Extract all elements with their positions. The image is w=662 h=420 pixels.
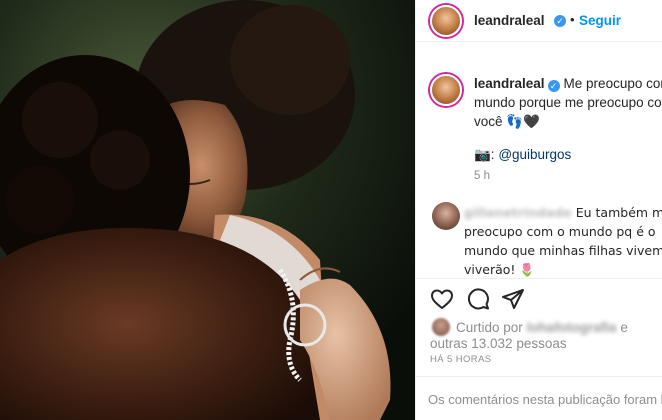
caption-timestamp[interactable]: 5 h <box>474 170 490 182</box>
caption-line-2: mundo porque me preocupo com <box>474 95 662 110</box>
comment: gillanetrindade Eu também me preocupo co… <box>428 203 662 279</box>
commenter-username[interactable]: gillanetrindade <box>464 205 572 220</box>
post-header: leandraleal ✓ • Seguir <box>416 0 662 42</box>
heart-icon[interactable] <box>430 287 454 311</box>
comment-icon[interactable] <box>466 287 490 311</box>
caption: leandraleal✓Me preocupo com o mundo porq… <box>474 74 662 164</box>
author-avatar[interactable] <box>430 5 462 37</box>
liker-avatar[interactable] <box>432 318 450 336</box>
share-icon[interactable] <box>501 287 525 311</box>
comments-disabled-notice: Os comentários nesta publicação foram li… <box>428 392 662 407</box>
caption-line-1: Me preocupo com o <box>563 76 662 91</box>
likes-others-link[interactable]: outras 13.032 pessoas <box>430 336 567 351</box>
photo-credit-prefix: 📷: <box>474 147 499 162</box>
hug-photo-illustration <box>0 0 415 420</box>
post-time-ago[interactable]: HÁ 5 HORAS <box>430 354 492 365</box>
follow-button[interactable]: Seguir <box>579 13 621 28</box>
comment-line-1: Eu também me <box>575 205 662 220</box>
caption-username[interactable]: leandraleal <box>474 76 545 91</box>
comment-line-2: preocupo com o mundo pq é o <box>464 224 656 239</box>
post-photo[interactable] <box>0 0 415 420</box>
likes-prefix: Curtido por <box>456 320 523 335</box>
likes-suffix: e <box>620 320 628 335</box>
comment-line-3: mundo que minhas filhas vivem e <box>464 243 662 258</box>
photographer-mention-link[interactable]: @guiburgos <box>498 147 571 162</box>
post-actions-bar <box>416 278 662 318</box>
caption-line-3: você 👣🖤 <box>474 114 540 129</box>
verified-badge-icon: ✓ <box>554 15 566 27</box>
author-username[interactable]: leandraleal <box>474 13 545 28</box>
likes-summary: Curtido por lohafotografia e <box>456 319 662 336</box>
separator-dot: • <box>570 12 575 27</box>
liker-username[interactable]: lohafotografia <box>527 320 617 335</box>
caption-avatar[interactable] <box>430 74 462 106</box>
caption-verified-icon: ✓ <box>547 80 560 92</box>
comments-footer: Os comentários nesta publicação foram li… <box>416 376 662 420</box>
post-side-panel: leandraleal ✓ • Seguir leandraleal ✓ Me pr… <box>415 0 662 420</box>
comment-line-4: viverão! 🌷 <box>464 262 535 277</box>
